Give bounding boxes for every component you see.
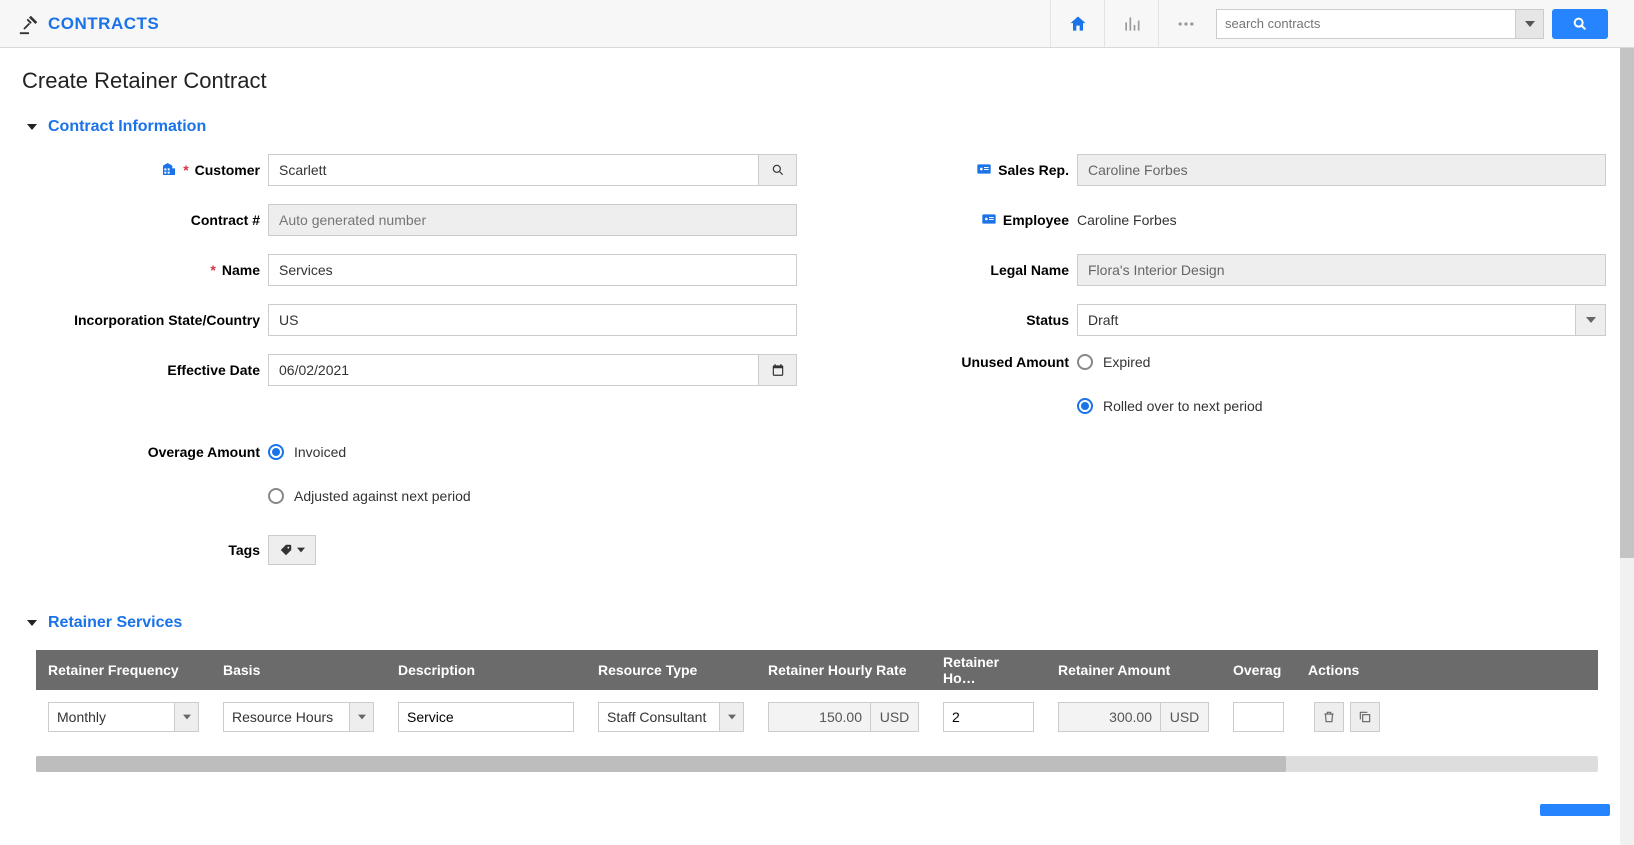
chevron-down-icon: [24, 119, 40, 135]
home-icon[interactable]: [1050, 0, 1104, 47]
table-header: Retainer Frequency Basis Description Res…: [36, 650, 1598, 690]
table-row: Monthly Resource Hours Staff Consultant: [36, 690, 1598, 744]
scrollbar-thumb[interactable]: [36, 756, 1286, 772]
unused-rolled-label: Rolled over to next period: [1103, 398, 1263, 414]
inc-state-input[interactable]: [268, 304, 797, 336]
effective-date-input[interactable]: [268, 354, 758, 386]
effective-date-label: Effective Date: [167, 362, 260, 378]
scrollbar-thumb[interactable]: [1620, 48, 1634, 558]
inc-state-label: Incorporation State/Country: [74, 312, 260, 328]
customer-input[interactable]: [268, 154, 758, 186]
employee-value: Caroline Forbes: [1077, 212, 1177, 228]
freq-value: Monthly: [57, 709, 106, 725]
desc-input[interactable]: [398, 702, 574, 732]
form-right-col: Sales Rep. Employee Caroline Forbes: [837, 154, 1606, 584]
th-hours: Retainer Ho…: [931, 654, 1046, 686]
app-title: CONTRACTS: [18, 13, 159, 35]
chevron-down-icon: [24, 615, 40, 631]
status-label: Status: [1026, 312, 1069, 328]
required-marker: *: [210, 262, 215, 278]
overage-adjusted-radio[interactable]: [268, 488, 284, 504]
idcard-icon: [981, 211, 997, 230]
hours-input[interactable]: [943, 702, 1034, 732]
name-input[interactable]: [268, 254, 797, 286]
salesrep-input: [1077, 154, 1606, 186]
th-basis: Basis: [211, 662, 386, 678]
overage-invoiced-radio[interactable]: [268, 444, 284, 460]
delete-row-button[interactable]: [1314, 702, 1344, 732]
required-marker: *: [183, 162, 188, 178]
th-rate: Retainer Hourly Rate: [756, 662, 931, 678]
th-desc: Description: [386, 662, 586, 678]
status-value: Draft: [1088, 312, 1118, 328]
idcard-icon: [976, 161, 992, 180]
th-actions: Actions: [1296, 662, 1598, 678]
amount-currency: USD: [1161, 702, 1209, 732]
reports-icon[interactable]: [1104, 0, 1158, 47]
tags-button[interactable]: [268, 535, 316, 565]
services-table: Retainer Frequency Basis Description Res…: [36, 650, 1598, 744]
chevron-down-icon: [174, 703, 198, 731]
section-contract-info[interactable]: Contract Information: [24, 118, 1616, 136]
company-icon: [161, 161, 177, 180]
rtype-value: Staff Consultant: [607, 709, 706, 725]
basis-value: Resource Hours: [232, 709, 333, 725]
table-horizontal-scrollbar[interactable]: [36, 756, 1598, 772]
status-select[interactable]: Draft: [1077, 304, 1606, 336]
unused-rolled-radio[interactable]: [1077, 398, 1093, 414]
salesrep-label: Sales Rep.: [998, 162, 1069, 178]
tags-label: Tags: [228, 542, 260, 558]
section-retainer-services-label: Retainer Services: [48, 614, 182, 632]
section-retainer-services[interactable]: Retainer Services: [24, 614, 1616, 632]
th-rtype: Resource Type: [586, 662, 756, 678]
contract-no-label: Contract #: [191, 212, 260, 228]
primary-action-button[interactable]: [1540, 804, 1610, 816]
chevron-down-icon: [349, 703, 373, 731]
rtype-select[interactable]: Staff Consultant: [598, 702, 744, 732]
legalname-label: Legal Name: [990, 262, 1069, 278]
rate-currency: USD: [871, 702, 919, 732]
rate-value: 150.00: [768, 702, 871, 732]
form-left-col: * Customer Contract # *: [28, 154, 797, 584]
amount-value: 300.00: [1058, 702, 1161, 732]
page-body: Create Retainer Contract Contract Inform…: [0, 48, 1634, 812]
overage-input[interactable]: [1233, 702, 1284, 732]
th-amount: Retainer Amount: [1046, 662, 1221, 678]
search-input[interactable]: [1216, 9, 1516, 39]
page-vertical-scrollbar[interactable]: [1620, 48, 1634, 845]
customer-label: Customer: [195, 162, 260, 178]
basis-select[interactable]: Resource Hours: [223, 702, 374, 732]
unused-expired-radio[interactable]: [1077, 354, 1093, 370]
search-filter-dropdown[interactable]: [1516, 9, 1544, 39]
search-wrap: [1212, 0, 1616, 47]
gavel-icon: [18, 13, 40, 35]
freq-select[interactable]: Monthly: [48, 702, 199, 732]
legalname-input: [1077, 254, 1606, 286]
chevron-down-icon: [1575, 305, 1605, 335]
name-label: Name: [222, 262, 260, 278]
contract-no-input: [268, 204, 797, 236]
th-overage: Overag: [1221, 662, 1296, 678]
unused-amount-label: Unused Amount: [961, 354, 1069, 370]
search-button[interactable]: [1552, 9, 1608, 39]
date-picker-button[interactable]: [758, 354, 797, 386]
more-icon[interactable]: [1158, 0, 1212, 47]
overage-invoiced-label: Invoiced: [294, 444, 346, 460]
customer-lookup-button[interactable]: [758, 154, 797, 186]
th-freq: Retainer Frequency: [36, 662, 211, 678]
chevron-down-icon: [719, 703, 743, 731]
unused-expired-label: Expired: [1103, 354, 1150, 370]
overage-adjusted-label: Adjusted against next period: [294, 488, 471, 504]
section-contract-info-label: Contract Information: [48, 118, 206, 136]
copy-row-button[interactable]: [1350, 702, 1380, 732]
topbar-right: [1050, 0, 1616, 47]
employee-label: Employee: [1003, 212, 1069, 228]
overage-amount-label: Overage Amount: [148, 444, 260, 460]
app-title-text: CONTRACTS: [48, 14, 159, 34]
top-bar: CONTRACTS: [0, 0, 1634, 48]
contract-info-form: * Customer Contract # *: [18, 154, 1616, 584]
page-title: Create Retainer Contract: [22, 68, 1616, 94]
